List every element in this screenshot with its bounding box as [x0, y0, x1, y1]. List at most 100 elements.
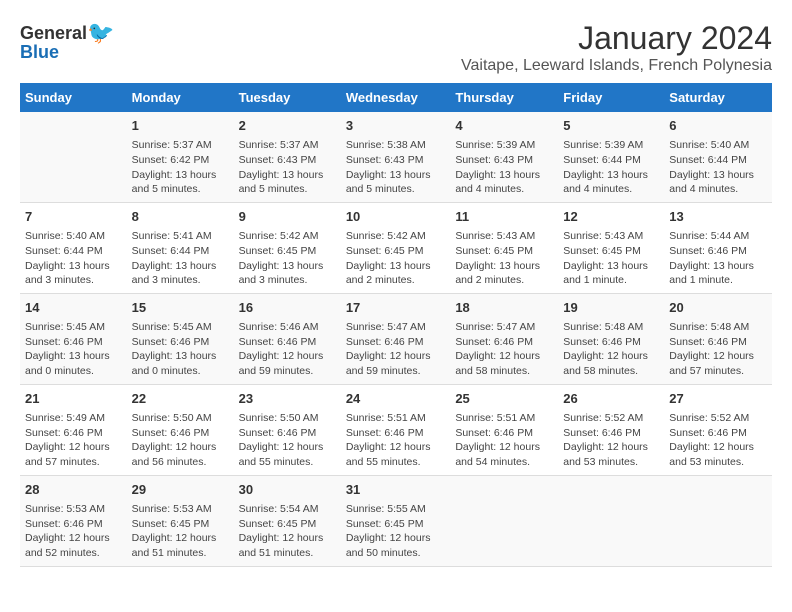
calendar-cell: 4 Sunrise: 5:39 AM Sunset: 6:43 PM Daylig…: [450, 112, 558, 202]
calendar-cell: 14 Sunrise: 5:45 AM Sunset: 6:46 PM Dayli…: [20, 293, 127, 384]
day-info: Sunrise: 5:48 AM Sunset: 6:46 PM Dayligh…: [563, 320, 659, 379]
calendar-cell: 8 Sunrise: 5:41 AM Sunset: 6:44 PM Daylig…: [127, 202, 234, 293]
calendar-cell: 3 Sunrise: 5:38 AM Sunset: 6:43 PM Daylig…: [341, 112, 451, 202]
logo-blue: Blue: [20, 42, 59, 63]
day-number: 17: [346, 299, 446, 317]
day-header-thursday: Thursday: [450, 83, 558, 112]
calendar-cell: [450, 475, 558, 566]
day-number: 16: [239, 299, 336, 317]
day-info: Sunrise: 5:55 AM Sunset: 6:45 PM Dayligh…: [346, 502, 446, 561]
calendar-cell: 25 Sunrise: 5:51 AM Sunset: 6:46 PM Dayli…: [450, 384, 558, 475]
calendar-week-1: 1Sunrise: 5:37 AM Sunset: 6:42 PM Daylig…: [20, 112, 772, 202]
day-info: Sunrise: 5:37 AM Sunset: 6:43 PM Dayligh…: [239, 138, 336, 197]
day-header-monday: Monday: [127, 83, 234, 112]
calendar-cell: 15 Sunrise: 5:45 AM Sunset: 6:46 PM Dayli…: [127, 293, 234, 384]
day-info: Sunrise: 5:50 AM Sunset: 6:46 PM Dayligh…: [132, 411, 229, 470]
day-info: Sunrise: 5:52 AM Sunset: 6:46 PM Dayligh…: [669, 411, 767, 470]
calendar-cell: 31 Sunrise: 5:55 AM Sunset: 6:45 PM Dayli…: [341, 475, 451, 566]
day-number: 7: [25, 208, 122, 226]
day-header-saturday: Saturday: [664, 83, 772, 112]
day-number: 28: [25, 481, 122, 499]
page-header: General 🐦 Blue January 2024 Vaitape, Lee…: [20, 20, 772, 75]
subtitle: Vaitape, Leeward Islands, French Polynes…: [461, 57, 772, 75]
day-number: 15: [132, 299, 229, 317]
calendar-cell: 11 Sunrise: 5:43 AM Sunset: 6:45 PM Dayli…: [450, 202, 558, 293]
day-header-wednesday: Wednesday: [341, 83, 451, 112]
day-number: 8: [132, 208, 229, 226]
day-info: Sunrise: 5:47 AM Sunset: 6:46 PM Dayligh…: [455, 320, 553, 379]
day-number: 14: [25, 299, 122, 317]
title-section: January 2024 Vaitape, Leeward Islands, F…: [461, 20, 772, 75]
day-number: 31: [346, 481, 446, 499]
day-number: 6: [669, 117, 767, 135]
day-header-sunday: Sunday: [20, 83, 127, 112]
day-info: Sunrise: 5:42 AM Sunset: 6:45 PM Dayligh…: [239, 229, 336, 288]
calendar-cell: 26Sunrise: 5:52 AM Sunset: 6:46 PM Dayli…: [558, 384, 664, 475]
main-title: January 2024: [461, 20, 772, 57]
day-info: Sunrise: 5:47 AM Sunset: 6:46 PM Dayligh…: [346, 320, 446, 379]
calendar-cell: [20, 112, 127, 202]
day-number: 11: [455, 208, 553, 226]
day-info: Sunrise: 5:51 AM Sunset: 6:46 PM Dayligh…: [455, 411, 553, 470]
day-number: 25: [455, 390, 553, 408]
day-info: Sunrise: 5:45 AM Sunset: 6:46 PM Dayligh…: [25, 320, 122, 379]
day-info: Sunrise: 5:53 AM Sunset: 6:45 PM Dayligh…: [132, 502, 229, 561]
day-number: 29: [132, 481, 229, 499]
day-number: 19: [563, 299, 659, 317]
calendar-week-5: 28 Sunrise: 5:53 AM Sunset: 6:46 PM Dayli…: [20, 475, 772, 566]
day-info: Sunrise: 5:40 AM Sunset: 6:44 PM Dayligh…: [669, 138, 767, 197]
day-number: 23: [239, 390, 336, 408]
day-number: 20: [669, 299, 767, 317]
day-info: Sunrise: 5:50 AM Sunset: 6:46 PM Dayligh…: [239, 411, 336, 470]
day-number: 27: [669, 390, 767, 408]
day-info: Sunrise: 5:40 AM Sunset: 6:44 PM Dayligh…: [25, 229, 122, 288]
day-info: Sunrise: 5:43 AM Sunset: 6:45 PM Dayligh…: [455, 229, 553, 288]
calendar-cell: 9Sunrise: 5:42 AM Sunset: 6:45 PM Daylig…: [234, 202, 341, 293]
day-info: Sunrise: 5:38 AM Sunset: 6:43 PM Dayligh…: [346, 138, 446, 197]
calendar-cell: 6 Sunrise: 5:40 AM Sunset: 6:44 PM Daylig…: [664, 112, 772, 202]
day-info: Sunrise: 5:42 AM Sunset: 6:45 PM Dayligh…: [346, 229, 446, 288]
calendar-cell: [664, 475, 772, 566]
day-number: 4: [455, 117, 553, 135]
day-info: Sunrise: 5:52 AM Sunset: 6:46 PM Dayligh…: [563, 411, 659, 470]
calendar-cell: 22 Sunrise: 5:50 AM Sunset: 6:46 PM Dayli…: [127, 384, 234, 475]
calendar-cell: 2Sunrise: 5:37 AM Sunset: 6:43 PM Daylig…: [234, 112, 341, 202]
calendar-cell: 28 Sunrise: 5:53 AM Sunset: 6:46 PM Dayli…: [20, 475, 127, 566]
calendar-week-2: 7 Sunrise: 5:40 AM Sunset: 6:44 PM Daylig…: [20, 202, 772, 293]
day-number: 5: [563, 117, 659, 135]
day-header-friday: Friday: [558, 83, 664, 112]
calendar-cell: 24 Sunrise: 5:51 AM Sunset: 6:46 PM Dayli…: [341, 384, 451, 475]
calendar-cell: 1Sunrise: 5:37 AM Sunset: 6:42 PM Daylig…: [127, 112, 234, 202]
calendar-cell: 16Sunrise: 5:46 AM Sunset: 6:46 PM Dayli…: [234, 293, 341, 384]
calendar-cell: 23 Sunrise: 5:50 AM Sunset: 6:46 PM Dayli…: [234, 384, 341, 475]
day-number: 12: [563, 208, 659, 226]
day-info: Sunrise: 5:48 AM Sunset: 6:46 PM Dayligh…: [669, 320, 767, 379]
calendar-cell: 30Sunrise: 5:54 AM Sunset: 6:45 PM Dayli…: [234, 475, 341, 566]
calendar-table: SundayMondayTuesdayWednesdayThursdayFrid…: [20, 83, 772, 567]
day-info: Sunrise: 5:53 AM Sunset: 6:46 PM Dayligh…: [25, 502, 122, 561]
day-info: Sunrise: 5:45 AM Sunset: 6:46 PM Dayligh…: [132, 320, 229, 379]
calendar-cell: 18Sunrise: 5:47 AM Sunset: 6:46 PM Dayli…: [450, 293, 558, 384]
day-info: Sunrise: 5:39 AM Sunset: 6:44 PM Dayligh…: [563, 138, 659, 197]
calendar-header-row: SundayMondayTuesdayWednesdayThursdayFrid…: [20, 83, 772, 112]
calendar-cell: 17 Sunrise: 5:47 AM Sunset: 6:46 PM Dayli…: [341, 293, 451, 384]
calendar-cell: 13Sunrise: 5:44 AM Sunset: 6:46 PM Dayli…: [664, 202, 772, 293]
calendar-cell: 21Sunrise: 5:49 AM Sunset: 6:46 PM Dayli…: [20, 384, 127, 475]
day-info: Sunrise: 5:39 AM Sunset: 6:43 PM Dayligh…: [455, 138, 553, 197]
day-number: 3: [346, 117, 446, 135]
day-header-tuesday: Tuesday: [234, 83, 341, 112]
day-info: Sunrise: 5:37 AM Sunset: 6:42 PM Dayligh…: [132, 138, 229, 197]
day-info: Sunrise: 5:51 AM Sunset: 6:46 PM Dayligh…: [346, 411, 446, 470]
calendar-body: 1Sunrise: 5:37 AM Sunset: 6:42 PM Daylig…: [20, 112, 772, 566]
day-info: Sunrise: 5:41 AM Sunset: 6:44 PM Dayligh…: [132, 229, 229, 288]
calendar-cell: 29 Sunrise: 5:53 AM Sunset: 6:45 PM Dayli…: [127, 475, 234, 566]
day-number: 10: [346, 208, 446, 226]
day-number: 22: [132, 390, 229, 408]
calendar-cell: [558, 475, 664, 566]
calendar-cell: 10 Sunrise: 5:42 AM Sunset: 6:45 PM Dayli…: [341, 202, 451, 293]
day-info: Sunrise: 5:43 AM Sunset: 6:45 PM Dayligh…: [563, 229, 659, 288]
day-number: 30: [239, 481, 336, 499]
day-number: 24: [346, 390, 446, 408]
day-number: 21: [25, 390, 122, 408]
logo-bird-icon: 🐦: [87, 20, 114, 46]
